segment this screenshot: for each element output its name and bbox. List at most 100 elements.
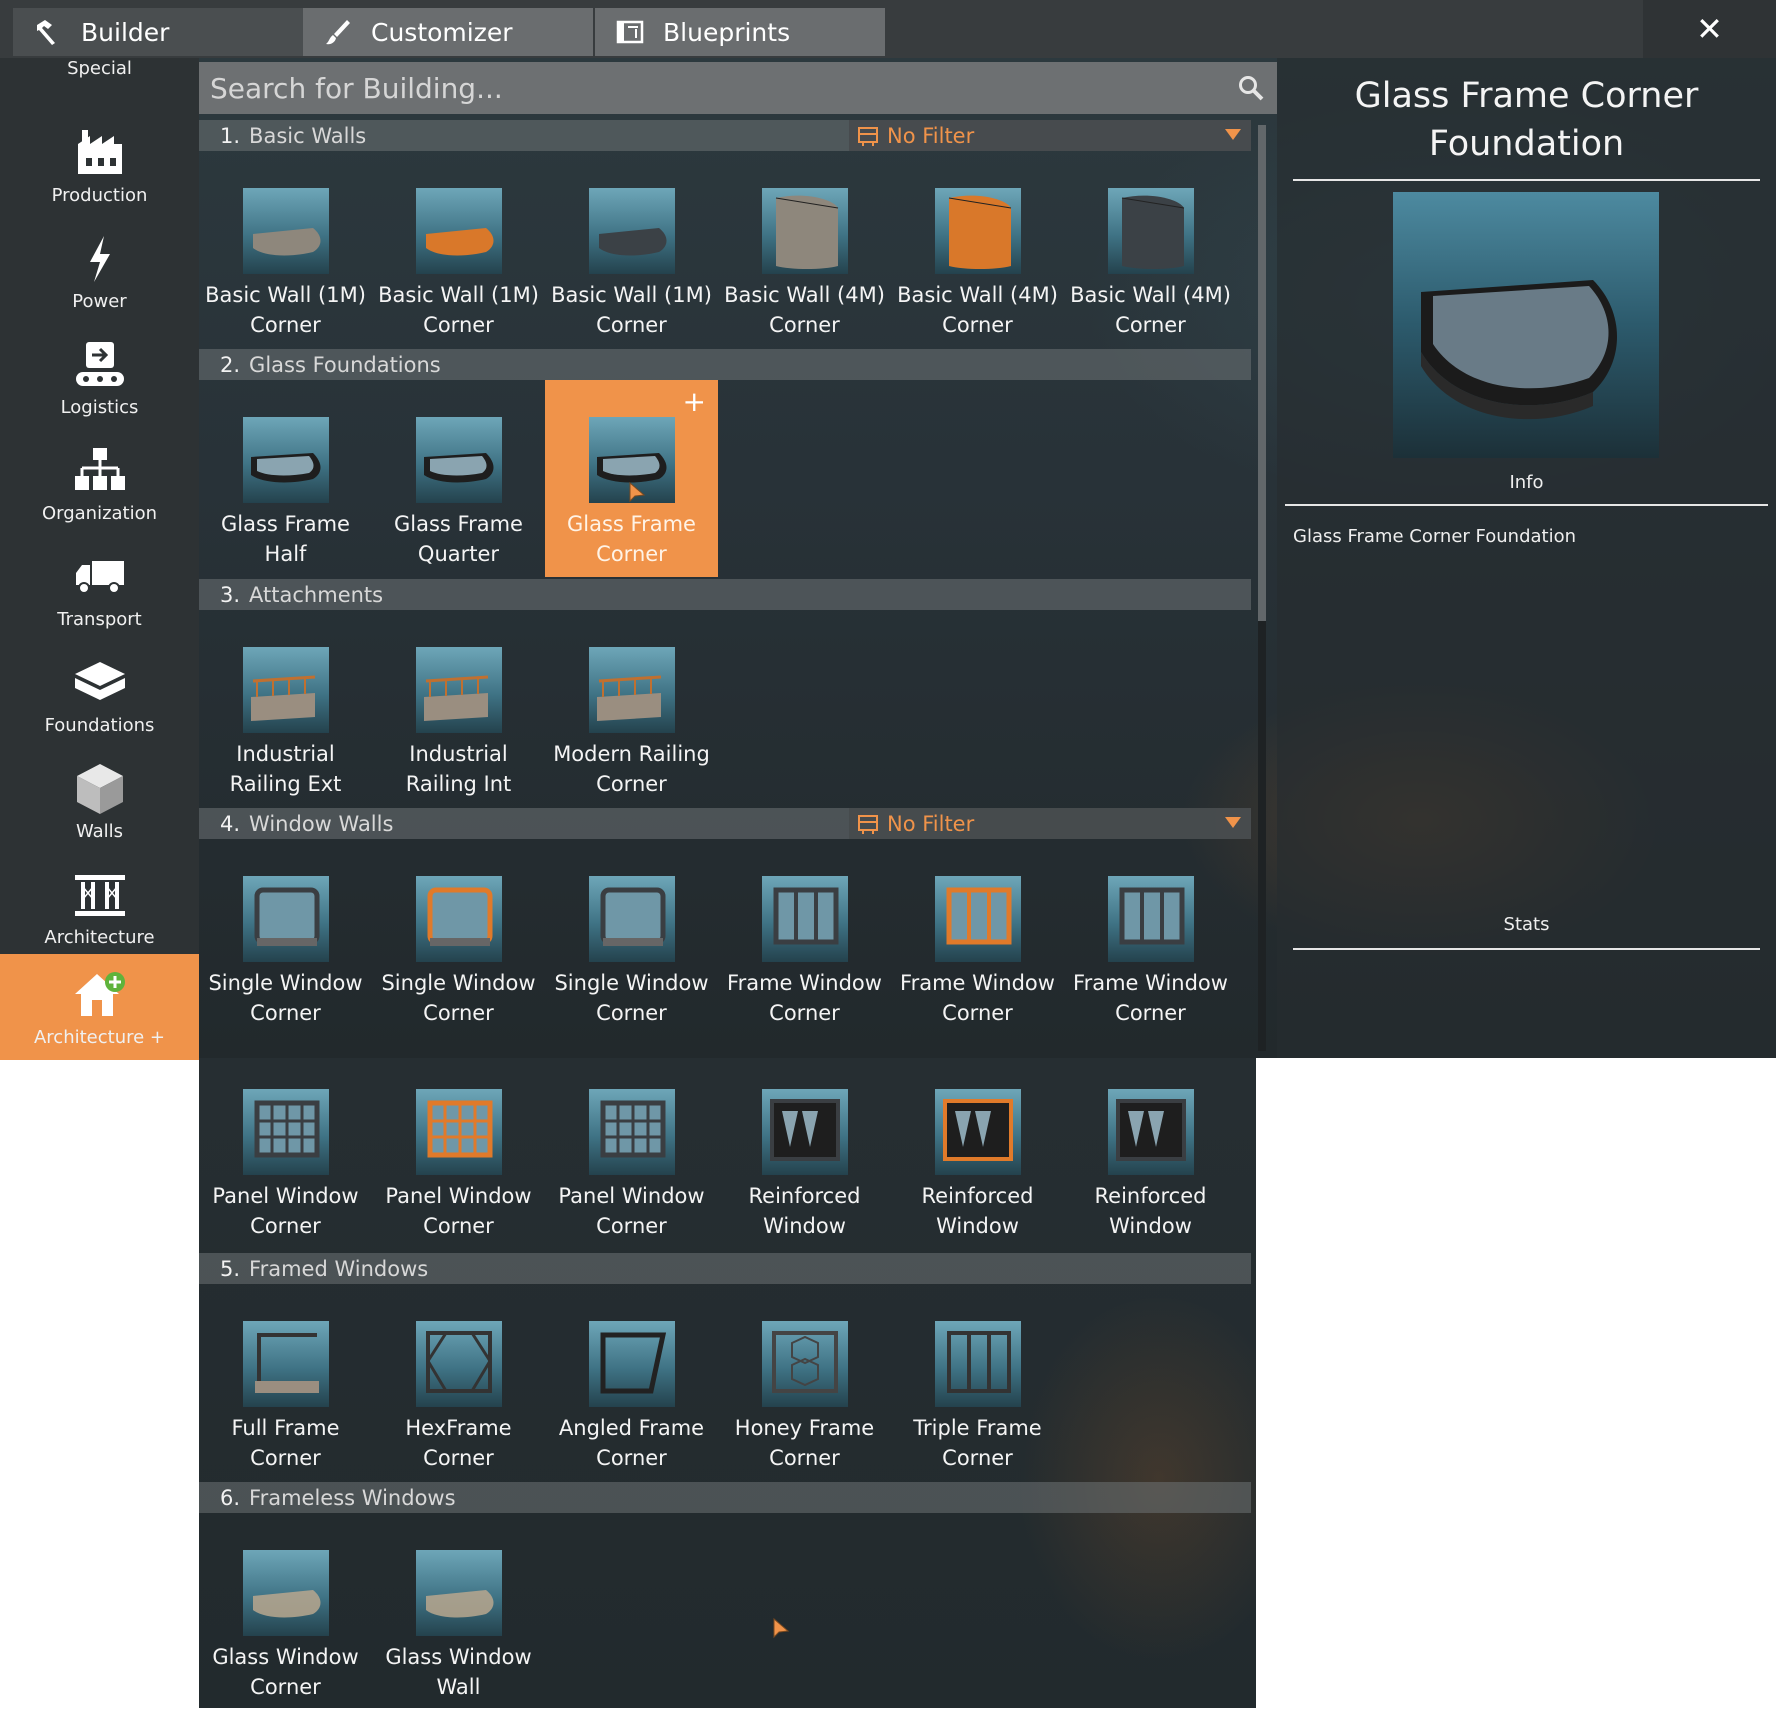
sidebar-item-label: Architecture (44, 927, 155, 948)
building-thumbnail (588, 1089, 675, 1175)
building-card[interactable]: Frame Window Corner (718, 839, 891, 1036)
building-card[interactable]: Panel Window Corner (199, 1052, 372, 1249)
building-card[interactable]: Panel Window Corner (545, 1052, 718, 1249)
building-card[interactable]: Basic Wall (4M) Corner (718, 151, 891, 348)
building-card[interactable]: Basic Wall (4M) Corner (1064, 151, 1237, 348)
building-thumbnail (242, 1550, 329, 1636)
building-card[interactable]: HexFrame Corner (372, 1284, 545, 1481)
building-thumbnail (242, 1321, 329, 1407)
sidebar-item-power[interactable]: Power (0, 218, 199, 324)
building-card[interactable]: Single Window Corner (545, 839, 718, 1036)
building-name: Basic Wall (1M) Corner (205, 283, 366, 337)
section-header: 6. Frameless Windows (199, 1482, 1251, 1513)
building-name: Glass Frame Corner (567, 512, 696, 566)
building-card[interactable]: Single Window Corner (199, 839, 372, 1036)
building-card[interactable]: Basic Wall (1M) Corner (199, 151, 372, 348)
section-header: 2. Glass Foundations (199, 349, 1251, 380)
sidebar-item-label: Walls (75, 821, 124, 842)
building-card[interactable]: Frame Window Corner (891, 839, 1064, 1036)
filter-dropdown[interactable]: No Filter (849, 120, 1251, 151)
filter-icon (858, 126, 878, 146)
close-button[interactable]: ✕ (1643, 0, 1776, 58)
tab-customizer[interactable]: Customizer (303, 8, 593, 56)
section-header: 4. Window Walls No Filter (199, 808, 1251, 839)
sidebar-item-special[interactable]: Special (0, 58, 199, 88)
detail-title: Glass Frame Corner Foundation (1354, 76, 1699, 164)
filter-icon (858, 814, 878, 834)
sidebar-item-transport[interactable]: Transport (0, 536, 199, 642)
sidebar-item-label: Foundations (44, 715, 155, 736)
building-name: Glass Frame Quarter (394, 512, 523, 566)
building-card[interactable]: Reinforced Window (891, 1052, 1064, 1249)
section-header: 3. Attachments (199, 579, 1251, 610)
building-card[interactable]: Glass Frame Half (199, 380, 372, 577)
detail-description: Glass Frame Corner Foundation (1293, 526, 1577, 547)
scrollbar[interactable] (1258, 125, 1266, 1051)
scrollbar-thumb[interactable] (1258, 125, 1266, 621)
section-header: 1. Basic Walls No Filter (199, 120, 1251, 151)
search-input[interactable] (208, 70, 1212, 106)
building-list: 1. Basic Walls No Filter Basic Wall (1M) C… (199, 120, 1256, 1708)
tab-blueprints[interactable]: Blueprints (595, 8, 885, 56)
foundation-icon (70, 657, 130, 709)
building-name: Glass Window Corner (212, 1645, 359, 1699)
building-name: Reinforced Window (748, 1184, 861, 1238)
building-name: Reinforced Window (1094, 1184, 1207, 1238)
sidebar-item-organization[interactable]: Organization (0, 430, 199, 536)
lightning-icon (70, 233, 130, 285)
building-card[interactable]: Industrial Railing Ext (199, 610, 372, 807)
chevron-down-icon (1225, 129, 1241, 140)
sidebar-item-architectureplus[interactable]: Architecture + (0, 954, 199, 1060)
section-title: Framed Windows (249, 1256, 429, 1281)
building-thumbnail (934, 876, 1021, 962)
building-card[interactable]: Full Frame Corner (199, 1284, 372, 1481)
search-icon[interactable] (1237, 74, 1265, 102)
plus-icon: + (682, 385, 706, 418)
building-thumbnail (761, 1321, 848, 1407)
sidebar-item-production[interactable]: Production (0, 112, 199, 218)
building-card[interactable]: Modern Railing Corner (545, 610, 718, 807)
building-card[interactable]: Reinforced Window (1064, 1052, 1237, 1249)
top-bar: Builder Customizer Blueprints ✕ (0, 0, 1776, 58)
tab-customizer-label: Customizer (371, 17, 513, 47)
filter-dropdown[interactable]: No Filter (849, 808, 1251, 839)
building-name: Basic Wall (4M) Corner (724, 283, 885, 337)
sidebar-item-label: Transport (57, 609, 142, 630)
building-card[interactable]: Triple Frame Corner (891, 1284, 1064, 1481)
sidebar-item-architecture[interactable]: Architecture (0, 854, 199, 960)
blueprint-icon (613, 15, 647, 49)
building-thumbnail (588, 876, 675, 962)
sidebar-item-walls[interactable]: Walls (0, 748, 199, 854)
building-card[interactable]: Basic Wall (1M) Corner (545, 151, 718, 348)
building-card[interactable]: Industrial Railing Int (372, 610, 545, 807)
sidebar-item-foundations[interactable]: Foundations (0, 642, 199, 748)
detail-panel: Glass Frame Corner Foundation Info Glass… (1277, 58, 1776, 1058)
hierarchy-icon (70, 445, 130, 497)
building-card[interactable]: Glass Window Wall (372, 1513, 545, 1710)
tab-builder[interactable]: Builder (13, 8, 303, 56)
building-name: Frame Window Corner (900, 971, 1055, 1025)
section-header: 5. Framed Windows (199, 1253, 1251, 1284)
building-name: Modern Railing Corner (553, 742, 710, 796)
building-card[interactable]: Reinforced Window (718, 1052, 891, 1249)
filter-label: No Filter (887, 811, 975, 836)
building-card[interactable]: Glass Window Corner (199, 1513, 372, 1710)
conveyor-icon (70, 339, 130, 391)
building-card[interactable]: Basic Wall (4M) Corner (891, 151, 1064, 348)
truck-icon (70, 551, 130, 603)
sidebar-item-logistics[interactable]: Logistics (0, 324, 199, 430)
building-card[interactable]: Honey Frame Corner (718, 1284, 891, 1481)
building-name: Panel Window Corner (385, 1184, 532, 1238)
section-number: 4. (220, 811, 241, 836)
building-name: Panel Window Corner (558, 1184, 705, 1238)
building-name: Triple Frame Corner (913, 1416, 1042, 1470)
building-card[interactable]: Basic Wall (1M) Corner (372, 151, 545, 348)
building-card[interactable]: Glass Frame Quarter (372, 380, 545, 577)
tab-builder-label: Builder (81, 17, 170, 47)
mouse-cursor-icon (629, 481, 646, 503)
building-card[interactable]: Angled Frame Corner (545, 1284, 718, 1481)
building-card[interactable]: Glass Frame Corner + (545, 380, 718, 577)
building-card[interactable]: Panel Window Corner (372, 1052, 545, 1249)
building-card[interactable]: Frame Window Corner (1064, 839, 1237, 1036)
building-card[interactable]: Single Window Corner (372, 839, 545, 1036)
